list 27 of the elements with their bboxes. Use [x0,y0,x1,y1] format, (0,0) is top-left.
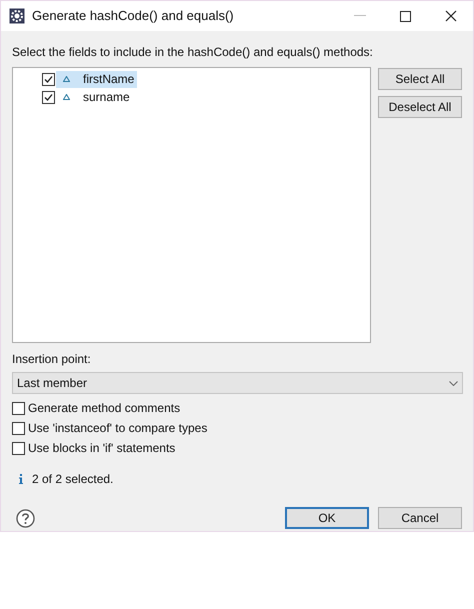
checkbox[interactable] [42,90,55,104]
chevron-down-icon [449,380,458,386]
info-icon [19,474,23,484]
window-title: Generate hashCode() and equals() [32,7,234,26]
instruction-text: Select the fields to include in the hashCode() and equals() methods: [12,44,374,61]
checkbox[interactable] [12,422,25,434]
checkbox[interactable] [12,442,25,454]
option-label: Use blocks in 'if' statements [28,440,176,457]
help-icon[interactable] [16,508,35,528]
insertion-dropdown[interactable]: Last member [12,372,463,394]
option-label: Generate method comments [28,400,180,417]
status-text: 2 of 2 selected. [32,471,114,488]
triangle-icon [63,94,70,100]
gear-icon [9,8,25,24]
field-item[interactable]: surname [56,88,133,106]
close-icon[interactable] [445,10,457,22]
insertion-label: Insertion point: [12,351,92,368]
checkbox[interactable] [42,72,55,86]
side-button[interactable]: Deselect All [378,96,462,118]
option-label: Use 'instanceof' to compare types [28,420,208,437]
side-button[interactable]: Select All [378,68,462,90]
field-item[interactable]: firstName [56,70,138,88]
dialog-button[interactable]: Cancel [378,507,462,529]
dialog-button[interactable]: OK [285,507,369,529]
maximize-icon[interactable] [400,10,411,22]
triangle-icon [63,76,70,82]
checkbox[interactable] [12,402,25,414]
